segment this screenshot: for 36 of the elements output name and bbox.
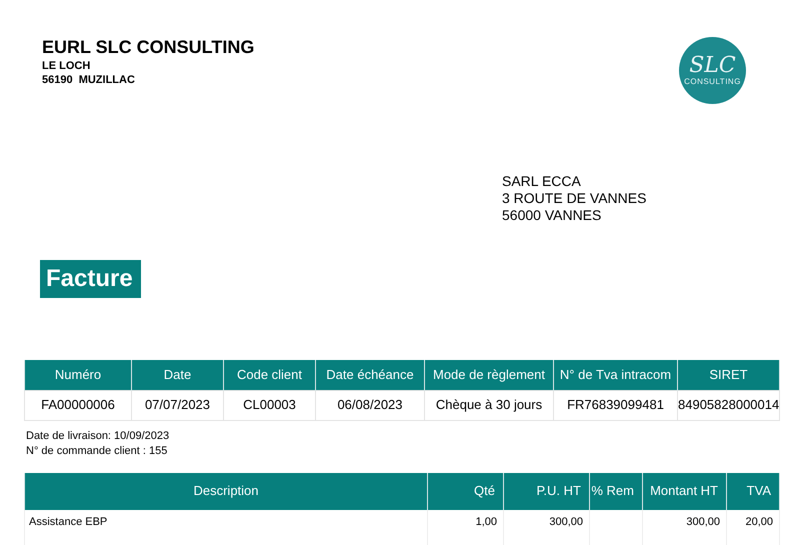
note-text: N° de commande client : 155: [26, 444, 168, 458]
column-header: Description: [24, 472, 428, 510]
recipient-line: 3 ROUTE DE VANNES: [502, 190, 648, 207]
logo-initials: SLC: [689, 55, 736, 77]
table-cell: 20,00: [745, 516, 773, 528]
column-header: Montant HT: [642, 472, 726, 510]
table-cell: Chèque à 30 jours: [424, 390, 554, 420]
logo-subtitle: CONSULTING: [684, 77, 741, 86]
table-cell: 300,00: [686, 516, 720, 528]
column-header: SIRET: [678, 360, 780, 390]
column-header: Code client: [224, 360, 316, 390]
column-header: P.U. HT: [504, 472, 590, 510]
column-header: Date: [132, 360, 224, 390]
note-text: Date de livraison: 10/09/2023: [26, 428, 170, 444]
company-name: EURL SLC CONSULTING: [42, 37, 254, 57]
column-header: % Rem: [590, 472, 642, 510]
column-header: Date échéance: [316, 360, 424, 390]
table-cell: 300,00: [549, 516, 583, 528]
recipient-line: SARL ECCA: [502, 173, 582, 190]
table-cell: FR76839099481: [554, 390, 678, 420]
table-cell: 1,00: [476, 516, 497, 528]
document-title: Facture: [40, 260, 141, 298]
table-cell: FA00000006: [24, 390, 132, 420]
address-line: LE LOCH: [42, 59, 92, 73]
table-cell: 84905828000014: [678, 390, 780, 420]
recipient-line: 56000 VANNES: [502, 207, 602, 224]
item-description: Assistance EBP: [29, 516, 108, 528]
table-cell: CL00003: [224, 390, 316, 420]
column-header: N° de Tva intracom: [554, 360, 678, 390]
table-cell: 07/07/2023: [132, 390, 224, 420]
address-line: 56190 MUZILLAC: [42, 73, 136, 87]
column-header: Mode de règlement: [424, 360, 554, 390]
column-header: TVA: [726, 472, 780, 510]
column-header: Numéro: [24, 360, 132, 390]
table-cell: 06/08/2023: [316, 390, 424, 420]
column-header: Qté: [428, 472, 504, 510]
